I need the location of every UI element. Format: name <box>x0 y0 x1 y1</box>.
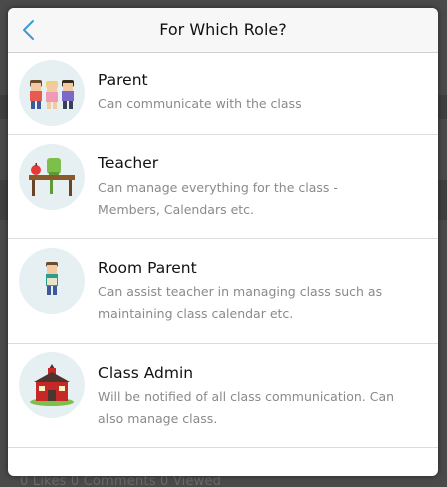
parents-icon <box>19 60 85 126</box>
dialog-header: For Which Role? <box>8 8 438 53</box>
role-picker-dialog: For Which Role? Parent Can communicate w… <box>8 8 438 476</box>
role-name: Parent <box>98 71 148 89</box>
room-parent-icon <box>19 248 85 314</box>
role-name: Teacher <box>98 154 159 172</box>
schoolhouse-icon <box>19 352 85 418</box>
role-item-teacher[interactable]: Teacher Can manage everything for the cl… <box>8 135 438 239</box>
teacher-desk-icon <box>19 144 85 210</box>
role-name: Room Parent <box>98 259 197 277</box>
role-description: Can assist teacher in managing class suc… <box>98 284 383 321</box>
role-description: Will be notified of all class communicat… <box>98 389 395 426</box>
role-item-room-parent[interactable]: Room Parent Can assist teacher in managi… <box>8 239 438 344</box>
dialog-title: For Which Role? <box>159 20 287 39</box>
role-name: Class Admin <box>98 364 194 382</box>
role-item-parent[interactable]: Parent Can communicate with the class <box>8 53 438 135</box>
role-description: Can manage everything for the class - Me… <box>98 180 338 217</box>
role-list: Parent Can communicate with the class Te… <box>8 53 438 448</box>
role-description: Can communicate with the class <box>98 96 302 111</box>
role-item-class-admin[interactable]: Class Admin Will be notified of all clas… <box>8 344 438 448</box>
